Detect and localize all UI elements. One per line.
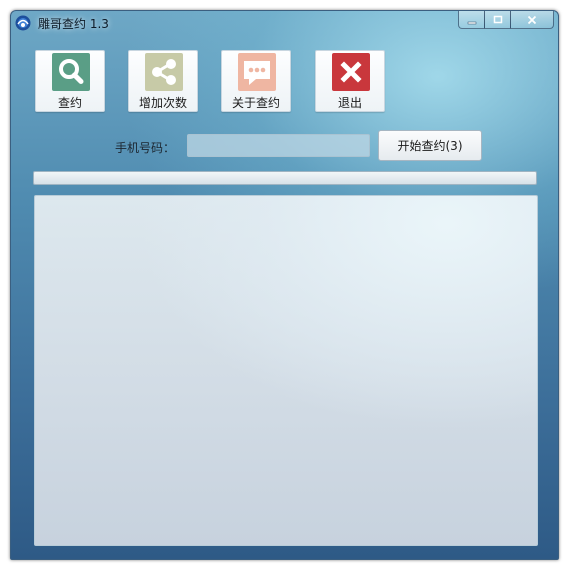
chat-bubble-icon xyxy=(238,53,276,91)
phone-number-input[interactable] xyxy=(187,134,370,157)
title-bar[interactable]: 雕哥查约 1.3 xyxy=(11,11,558,35)
about-button[interactable]: 关于查约 xyxy=(221,50,291,112)
exit-button[interactable]: 退出 xyxy=(315,50,385,112)
close-icon xyxy=(527,15,537,24)
window-title: 雕哥查约 1.3 xyxy=(38,17,109,31)
add-count-button[interactable]: 增加次数 xyxy=(128,50,198,112)
window-controls xyxy=(458,11,554,29)
app-window: 雕哥查约 1.3 查约 增加次数 关于查约 退出 手机号码： 开始查约(3) xyxy=(10,10,559,560)
phone-number-label: 手机号码： xyxy=(115,141,176,155)
add-count-button-label: 增加次数 xyxy=(138,96,187,110)
maximize-icon xyxy=(493,15,502,23)
close-window-button[interactable] xyxy=(510,11,554,29)
start-query-button[interactable]: 开始查约(3) xyxy=(378,130,482,161)
app-logo-icon xyxy=(15,15,31,31)
maximize-button[interactable] xyxy=(484,11,511,29)
share-icon xyxy=(145,53,183,91)
minimize-button[interactable] xyxy=(458,11,485,29)
search-icon xyxy=(52,53,90,91)
query-button[interactable]: 查约 xyxy=(35,50,105,112)
query-button-label: 查约 xyxy=(57,96,82,110)
minimize-icon xyxy=(467,21,476,24)
exit-button-label: 退出 xyxy=(337,96,362,110)
result-log-area[interactable] xyxy=(34,195,538,546)
progress-bar xyxy=(33,171,537,185)
close-x-icon xyxy=(332,53,370,91)
about-button-label: 关于查约 xyxy=(231,96,280,110)
